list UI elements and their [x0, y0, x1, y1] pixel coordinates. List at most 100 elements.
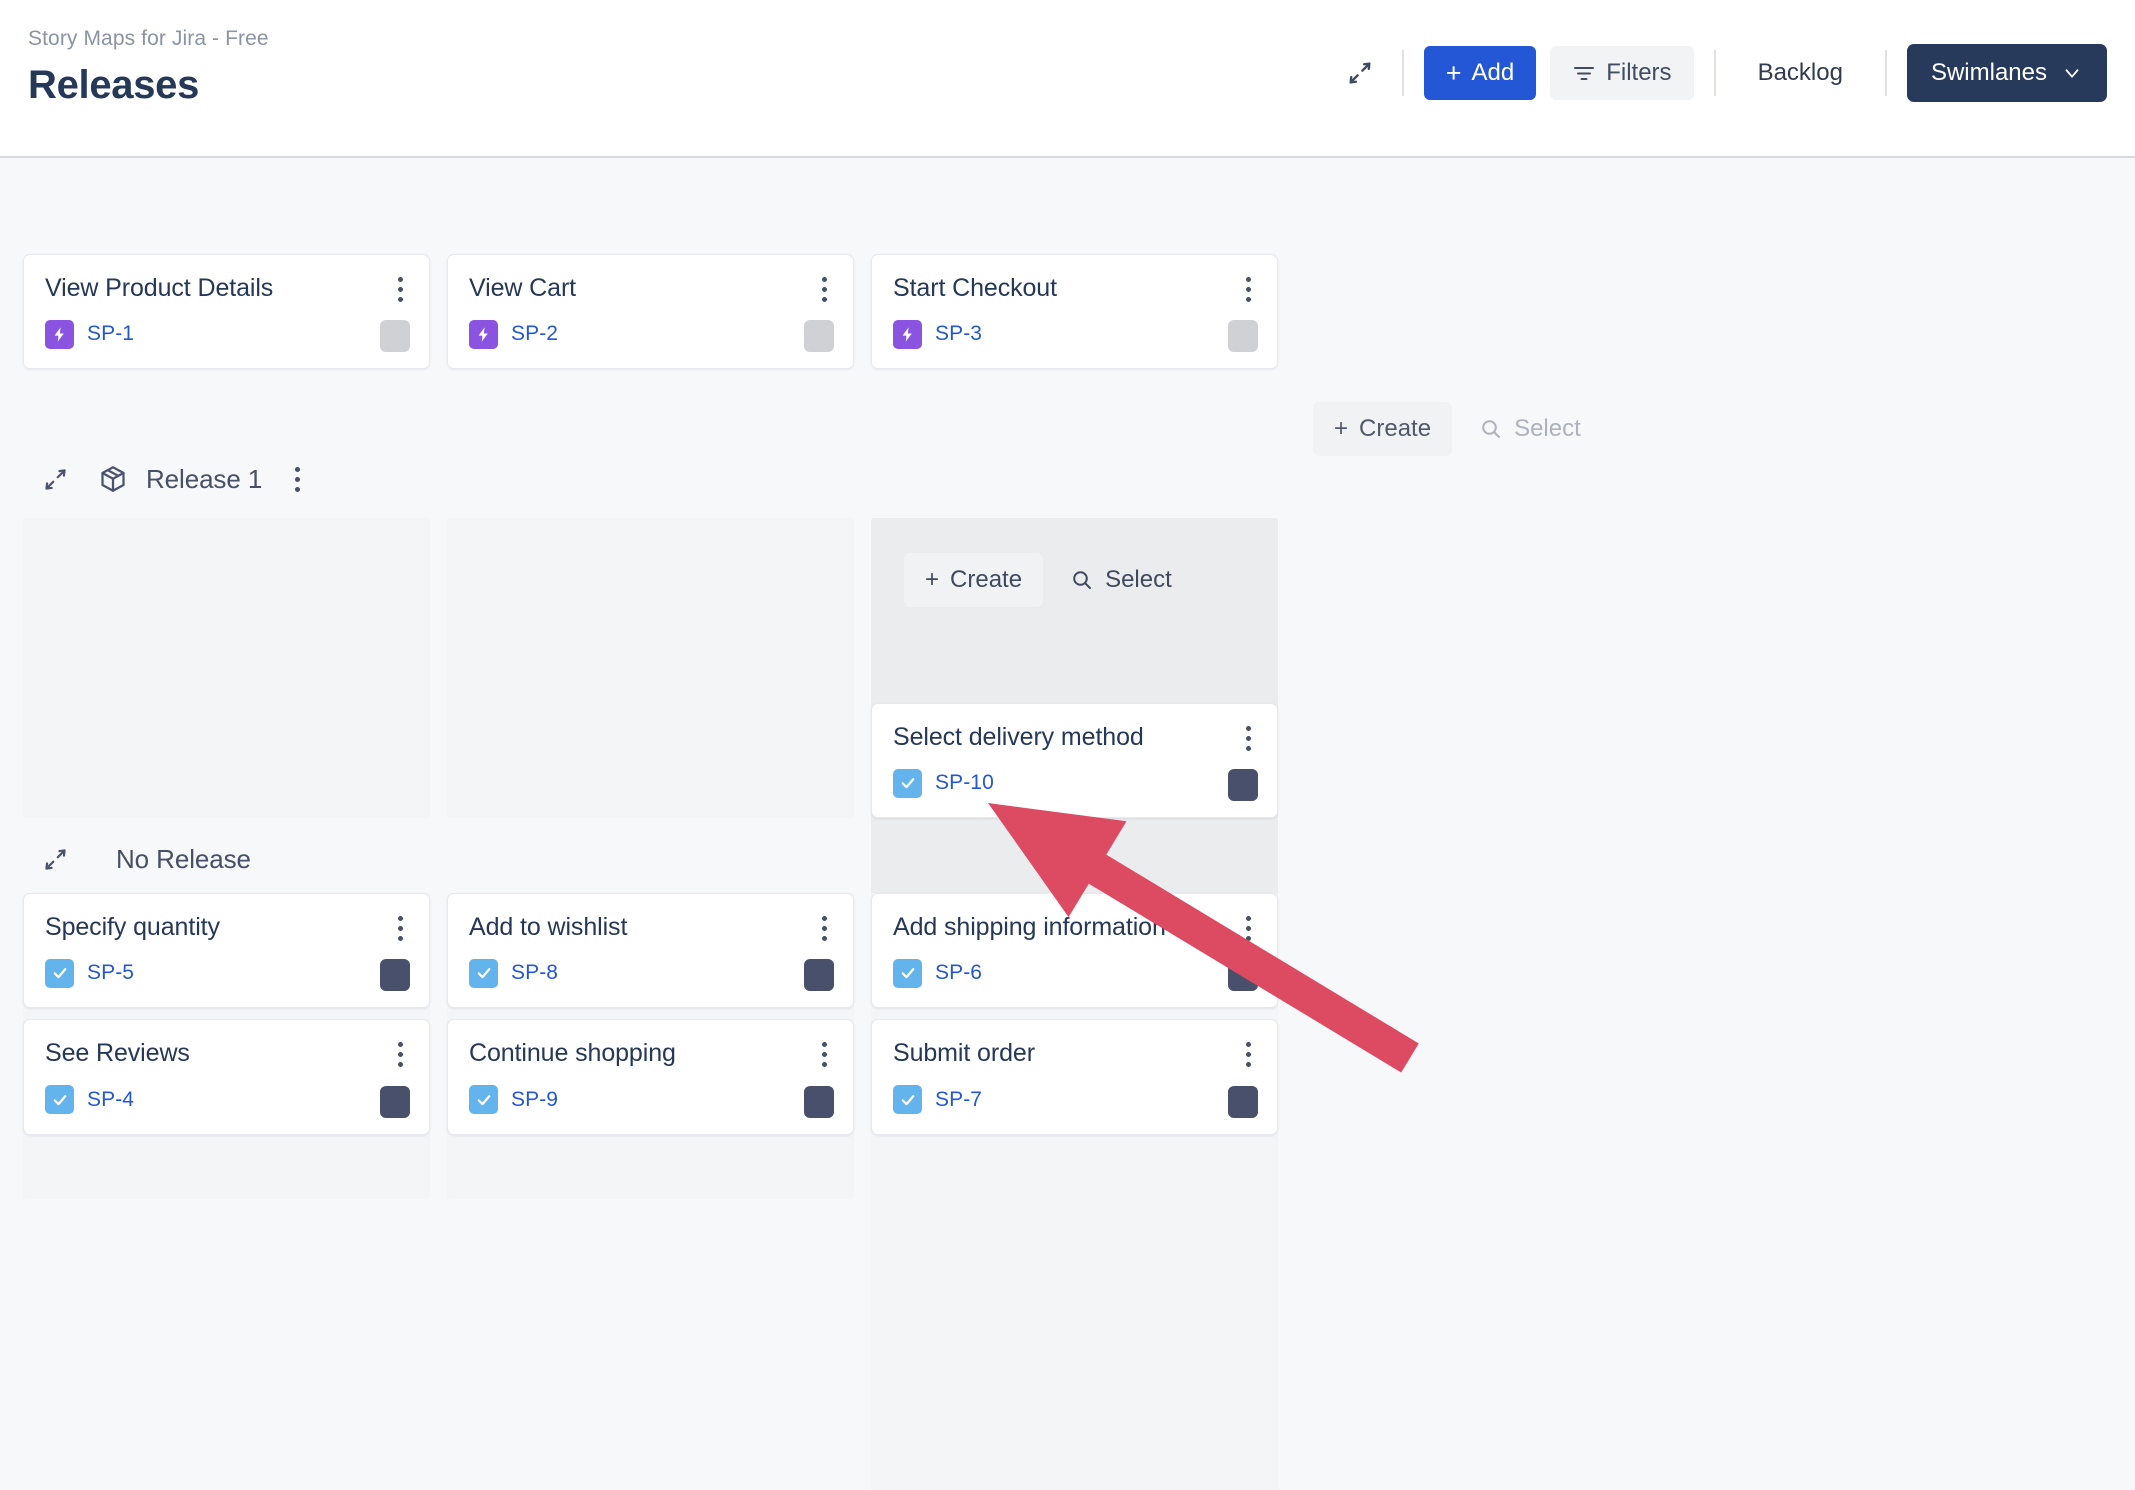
issue-key-link[interactable]: SP-7 — [935, 1088, 982, 1112]
status-badge[interactable] — [804, 959, 834, 992]
issue-key-link[interactable]: SP-10 — [935, 771, 994, 795]
story-card[interactable]: Add to wishlist SP-8 — [447, 893, 854, 1009]
story-type-icon — [469, 1085, 498, 1114]
breadcrumb: Story Maps for Jira - Free — [28, 27, 269, 50]
swimlane-menu-icon[interactable] — [284, 462, 310, 496]
story-card[interactable]: See Reviews SP-4 — [23, 1019, 430, 1135]
status-badge[interactable] — [804, 320, 834, 353]
swimlane-column[interactable]: Add to wishlist SP-8 Continue shopping SP-9 — [447, 893, 854, 1199]
status-badge[interactable] — [1228, 959, 1258, 992]
issue-card-meta: SP-9 — [469, 1083, 832, 1117]
epic-card[interactable]: View Cart SP-2 — [447, 254, 854, 370]
issue-key-link[interactable]: SP-3 — [935, 322, 982, 346]
issue-card-title: Start Checkout — [893, 274, 1057, 302]
story-type-icon — [893, 958, 922, 988]
chevron-down-icon — [2061, 62, 2083, 84]
swimlane-column[interactable] — [447, 518, 854, 818]
collapse-all-icon[interactable] — [1338, 51, 1382, 95]
toolbar-divider-1 — [1401, 50, 1404, 96]
toolbar-divider-2 — [1713, 50, 1716, 96]
issue-card-meta: SP-2 — [469, 317, 832, 351]
page-title: Releases — [28, 63, 200, 108]
add-button-label: Add — [1471, 59, 1515, 86]
add-button[interactable]: + Add — [1423, 46, 1537, 100]
issue-card-meta: SP-7 — [893, 1083, 1256, 1117]
swimlane-collapse-icon[interactable] — [34, 458, 76, 500]
header-title-block: Story Maps for Jira - Free Releases — [28, 26, 269, 108]
issue-key-link[interactable]: SP-2 — [511, 322, 558, 346]
status-badge[interactable] — [380, 1085, 410, 1118]
issue-card-menu-icon[interactable] — [387, 272, 413, 306]
issue-card-menu-icon[interactable] — [1235, 911, 1261, 945]
search-icon — [1070, 568, 1094, 592]
epic-card[interactable]: View Product Details SP-1 — [23, 254, 430, 370]
epic-card[interactable]: Start Checkout SP-3 — [871, 254, 1278, 370]
create-epic-label: Create — [1359, 415, 1432, 442]
status-badge[interactable] — [1228, 769, 1258, 802]
issue-card-menu-icon[interactable] — [811, 272, 837, 306]
story-type-icon — [893, 1085, 922, 1114]
issue-card-menu-icon[interactable] — [387, 911, 413, 945]
issue-card-menu-icon[interactable] — [811, 1037, 837, 1071]
swimlane-collapse-icon[interactable] — [34, 838, 76, 880]
app-header: Story Maps for Jira - Free Releases + Ad… — [0, 0, 2135, 158]
issue-card-meta: SP-8 — [469, 956, 832, 990]
issue-key-link[interactable]: SP-5 — [87, 961, 134, 985]
story-card[interactable]: Select delivery method SP-10 — [871, 703, 1278, 819]
swimlane-title: No Release — [116, 843, 251, 874]
epic-type-icon — [893, 319, 922, 349]
status-badge[interactable] — [804, 1085, 834, 1118]
select-epic-button[interactable]: Select — [1458, 402, 1602, 456]
epic-row: View Product Details SP-1 View Cart SP-2 Sta… — [23, 254, 1295, 370]
story-type-icon — [45, 958, 74, 988]
create-epic-button[interactable]: + Create — [1313, 402, 1453, 456]
select-story-button[interactable]: Select — [1049, 553, 1193, 607]
create-story-button[interactable]: + Create — [904, 553, 1044, 607]
swimlanes-dropdown-button[interactable]: Swimlanes — [1906, 44, 2107, 102]
plus-icon: + — [925, 566, 940, 593]
issue-card-title: Specify quantity — [45, 913, 220, 941]
swimlane-column[interactable]: Specify quantity SP-5 See Reviews SP-4 — [23, 893, 430, 1199]
story-card[interactable]: Specify quantity SP-5 — [23, 893, 430, 1009]
status-badge[interactable] — [1228, 1085, 1258, 1118]
issue-card-menu-icon[interactable] — [387, 1037, 413, 1071]
filters-button[interactable]: Filters — [1550, 46, 1694, 100]
swimlane-header: No Release — [0, 838, 251, 880]
issue-key-link[interactable]: SP-1 — [87, 322, 134, 346]
issue-key-link[interactable]: SP-6 — [935, 961, 982, 985]
issue-card-menu-icon[interactable] — [1235, 272, 1261, 306]
story-card-stack: Add to wishlist SP-8 Continue shopping SP-9 — [447, 893, 854, 1135]
swimlane-column[interactable] — [23, 518, 430, 818]
status-badge[interactable] — [380, 959, 410, 992]
issue-card-meta: SP-4 — [45, 1083, 408, 1117]
issue-card-menu-icon[interactable] — [1235, 721, 1261, 755]
column-create-select-group: + Create Select — [871, 518, 1278, 607]
issue-card-title: Add to wishlist — [469, 913, 628, 941]
status-badge[interactable] — [380, 320, 410, 353]
issue-key-link[interactable]: SP-9 — [511, 1088, 558, 1112]
backlog-button-label: Backlog — [1757, 59, 1843, 86]
epic-column: View Product Details SP-1 — [23, 254, 430, 370]
issue-card-title: Select delivery method — [893, 723, 1144, 751]
issue-card-menu-icon[interactable] — [1235, 1037, 1261, 1071]
status-badge[interactable] — [1228, 320, 1258, 353]
swimlane-column[interactable]: Add shipping information SP-6 Submit order… — [871, 893, 1278, 1490]
story-card[interactable]: Add shipping information SP-6 — [871, 893, 1278, 1009]
header-toolbar: + Add Filters Backlog Swimlanes — [1338, 42, 2107, 104]
issue-key-link[interactable]: SP-8 — [511, 961, 558, 985]
story-card[interactable]: Continue shopping SP-9 — [447, 1019, 854, 1135]
toolbar-divider-3 — [1884, 50, 1887, 96]
issue-key-link[interactable]: SP-4 — [87, 1088, 134, 1112]
backlog-button[interactable]: Backlog — [1736, 46, 1865, 100]
issue-card-menu-icon[interactable] — [811, 911, 837, 945]
story-map-board: View Product Details SP-1 View Cart SP-2 Sta… — [0, 158, 2135, 1490]
swimlane-body: Specify quantity SP-5 See Reviews SP-4 Add t… — [23, 893, 1295, 1490]
story-card[interactable]: Submit order SP-7 — [871, 1019, 1278, 1135]
story-card-stack: Select delivery method SP-10 — [871, 703, 1278, 819]
create-story-label: Create — [950, 566, 1023, 593]
issue-card-title: Submit order — [893, 1039, 1035, 1068]
story-type-icon — [45, 1085, 74, 1114]
swimlane-header: Release 1 — [0, 458, 310, 500]
epic-type-icon — [469, 319, 498, 349]
story-card-stack: Add shipping information SP-6 Submit order… — [871, 893, 1278, 1135]
